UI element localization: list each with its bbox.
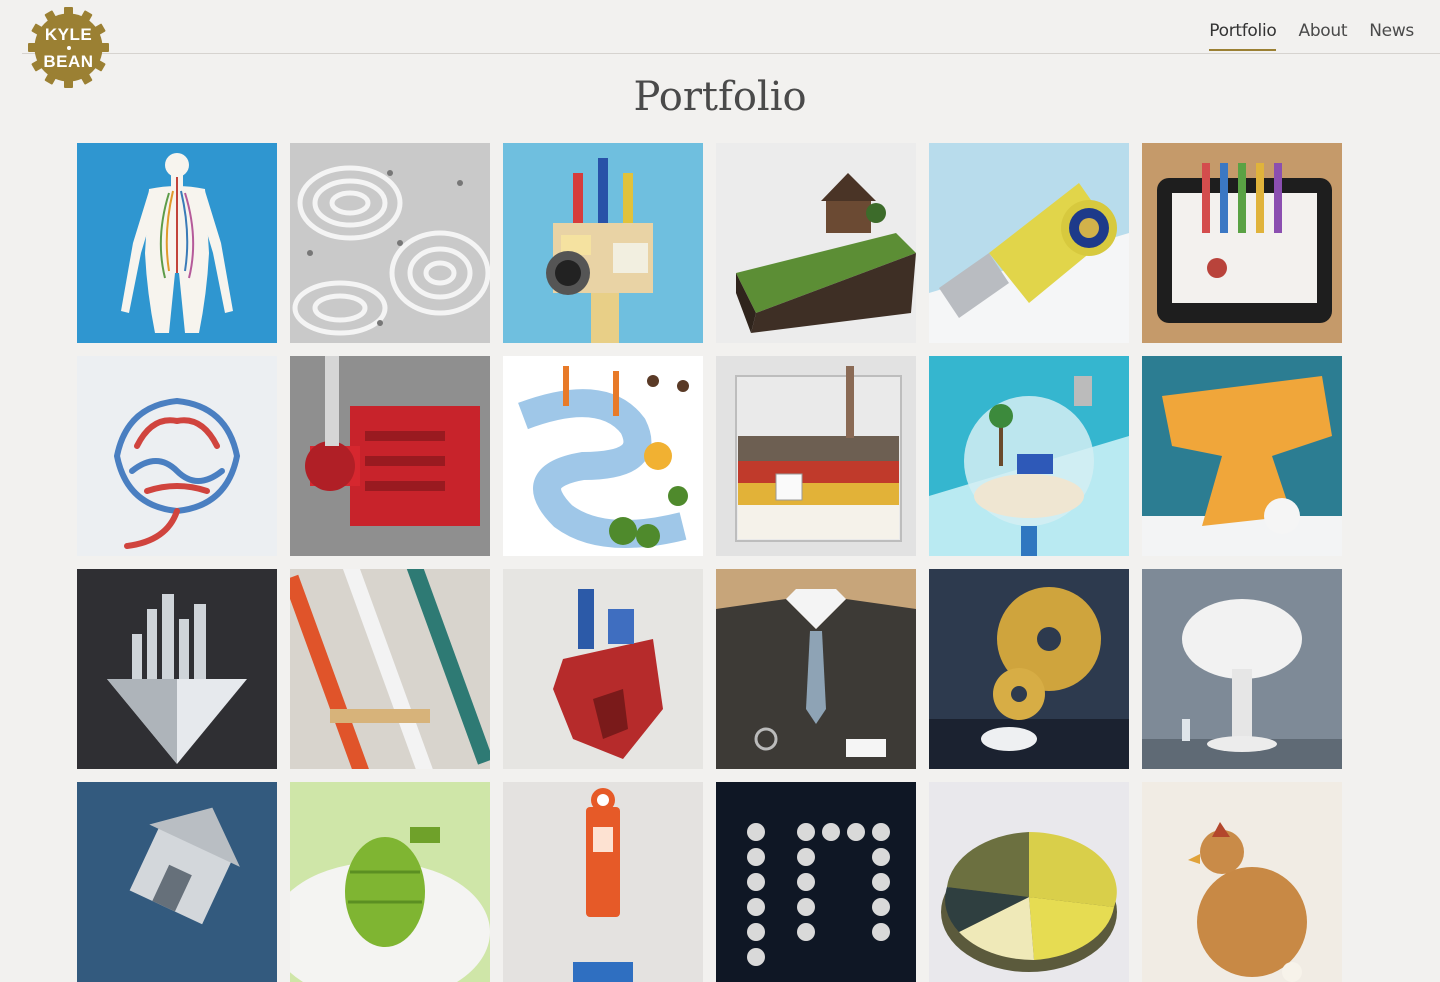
portfolio-tile[interactable]	[77, 569, 277, 769]
page-title: Portfolio	[633, 74, 807, 120]
nav-portfolio-link[interactable]: Portfolio	[1209, 21, 1277, 51]
diamond-city-icon	[77, 569, 277, 769]
pill-letters-icon	[716, 782, 916, 982]
portfolio-grid	[77, 143, 1342, 982]
portfolio-tile[interactable]	[290, 782, 490, 982]
portfolio-tile[interactable]	[929, 143, 1129, 343]
portfolio-tile[interactable]	[1142, 143, 1342, 343]
portfolio-tile[interactable]	[77, 143, 277, 343]
red-pipe-machine-icon	[290, 356, 490, 556]
portfolio-tile[interactable]	[1142, 782, 1342, 982]
portfolio-tile[interactable]	[77, 782, 277, 982]
portfolio-tile[interactable]	[77, 356, 277, 556]
tilted-house-icon	[77, 782, 277, 982]
white-contour-landscape-icon	[290, 143, 490, 343]
portfolio-tile[interactable]	[929, 782, 1129, 982]
portfolio-tile[interactable]	[503, 569, 703, 769]
logo-dot	[66, 45, 71, 50]
jelly-grenade-icon	[290, 782, 490, 982]
portfolio-tile[interactable]	[929, 356, 1129, 556]
nav-about-link[interactable]: About	[1298, 21, 1347, 51]
logo-line-kyle: KYLE	[44, 24, 93, 44]
paper-heart-icon	[503, 569, 703, 769]
pie-chart-sculpture-icon	[929, 782, 1129, 982]
striped-straws-icon	[290, 569, 490, 769]
portfolio-tile[interactable]	[290, 356, 490, 556]
cotton-mushroom-cloud-icon	[1142, 569, 1342, 769]
portfolio-tile[interactable]	[716, 782, 916, 982]
portfolio-tile[interactable]	[503, 143, 703, 343]
portfolio-tile[interactable]	[1142, 569, 1342, 769]
toothpaste-brain-icon	[77, 356, 277, 556]
header-divider	[22, 53, 1440, 54]
portfolio-tile[interactable]	[716, 569, 916, 769]
portfolio-tile[interactable]	[290, 569, 490, 769]
tablet-test-tubes-icon	[1142, 143, 1342, 343]
portfolio-tile[interactable]	[929, 569, 1129, 769]
portfolio-tile[interactable]	[1142, 356, 1342, 556]
portfolio-tile[interactable]	[290, 143, 490, 343]
pastry-chicken-icon	[1142, 782, 1342, 982]
toy-factory-camera-icon	[503, 143, 703, 343]
glass-tank-soil-icon	[716, 356, 916, 556]
cake-slice-house-icon	[716, 143, 916, 343]
paper-human-body-icon	[77, 143, 277, 343]
logo-line-bean: BEAN	[43, 51, 94, 71]
main-nav: Portfolio About News	[1209, 21, 1414, 51]
fuel-pump-icon	[503, 782, 703, 982]
portfolio-tile[interactable]	[503, 782, 703, 982]
portfolio-tile[interactable]	[716, 143, 916, 343]
sponge-anvil-icon	[1142, 356, 1342, 556]
portfolio-tile[interactable]	[716, 356, 916, 556]
nav-news-link[interactable]: News	[1369, 21, 1414, 51]
suit-tie-icon	[716, 569, 916, 769]
lightbulb-florida-icon	[929, 356, 1129, 556]
vegetable-river-icon	[503, 356, 703, 556]
whistle-usb-drive-icon	[929, 143, 1129, 343]
portfolio-tile[interactable]	[503, 356, 703, 556]
golden-gears-mouse-icon	[929, 569, 1129, 769]
